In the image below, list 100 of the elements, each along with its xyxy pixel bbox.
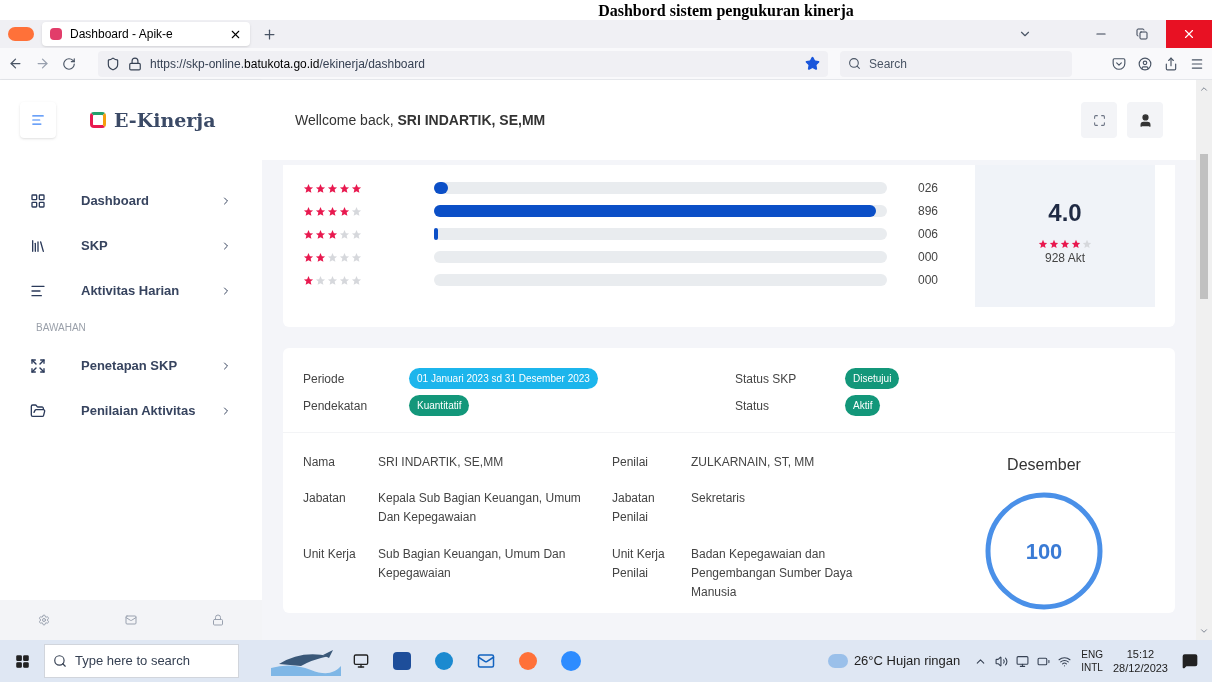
field-label: Unit Kerja — [303, 545, 357, 563]
menu-icon[interactable] — [1190, 56, 1204, 71]
star-icon — [315, 228, 326, 240]
star-icon — [327, 228, 338, 240]
star-icon — [303, 182, 314, 194]
star-icon — [1060, 239, 1070, 249]
books-icon — [30, 238, 46, 254]
field-value: Badan Kepegawaian dan Pengembangan Sumber Daya Manusia — [691, 545, 854, 601]
field-label: Jabatan Penilai — [612, 490, 656, 527]
star-icon — [303, 274, 314, 286]
star-icon — [1071, 239, 1081, 249]
star-icon — [351, 251, 362, 263]
sidebar-item[interactable]: SKP — [0, 225, 262, 267]
star-icon — [327, 274, 338, 286]
pocket-icon[interactable] — [1112, 56, 1126, 71]
profile-button[interactable] — [1127, 102, 1163, 138]
back-icon[interactable] — [8, 56, 23, 71]
reload-icon[interactable] — [62, 56, 76, 71]
fullscreen-icon — [1092, 113, 1106, 127]
star-icon — [315, 205, 326, 217]
star-icon — [351, 274, 362, 286]
sidebar-item[interactable]: Dashboard — [0, 180, 262, 222]
month-label: Desember — [1007, 455, 1081, 475]
document-caption: Dashbord sistem pengukuran kinerja — [598, 2, 854, 20]
star-icon — [315, 182, 326, 194]
search-icon — [848, 57, 861, 70]
close-icon — [1182, 27, 1196, 41]
field-value: Sekretaris — [691, 490, 747, 508]
grid-icon — [30, 193, 46, 209]
share-icon[interactable] — [1164, 56, 1178, 71]
forward-icon[interactable] — [35, 56, 50, 71]
average-score: 4.0 — [1048, 198, 1082, 228]
lock-icon — [128, 56, 142, 71]
star-icon — [327, 205, 338, 217]
star-icon — [327, 182, 338, 194]
menu-icon — [31, 113, 45, 127]
user-icon — [1137, 112, 1153, 128]
expand-icon — [30, 358, 46, 374]
star-icon — [1049, 239, 1059, 249]
star-icon — [339, 251, 350, 263]
star-icon — [303, 251, 314, 263]
field-label: Penilai — [612, 454, 650, 471]
address-bar[interactable]: https://skp-online.batukota.go.id/ekinerja/dashboard — [98, 50, 828, 77]
search-icon — [53, 654, 67, 668]
rating-count: 000 — [918, 249, 939, 266]
notifications-icon[interactable] — [1182, 653, 1198, 669]
field-label: Pendekatan — [303, 397, 369, 415]
field-value: SRI INDARTIK, SE,MM — [378, 454, 505, 471]
status-badge: Aktif — [845, 395, 881, 416]
wifi-icon[interactable] — [1058, 654, 1072, 668]
scrollbar[interactable] — [1196, 80, 1212, 640]
url-text: https://skp-online.batukota.go.id/ekinerja/dashboard — [150, 55, 426, 73]
start-icon[interactable] — [14, 653, 30, 669]
star-icon — [303, 205, 314, 217]
star-icon — [339, 228, 350, 240]
star-icon — [351, 228, 362, 240]
scrollbar-thumb[interactable] — [1200, 154, 1208, 299]
status-badge: Disetujui — [845, 368, 900, 389]
star-icon — [1082, 239, 1092, 249]
field-label: Nama — [303, 454, 336, 471]
taskbar-search-field[interactable]: Type here to search — [44, 644, 239, 678]
search-field[interactable]: Search — [840, 50, 1072, 77]
activity-total: 928 Akt — [1045, 250, 1085, 267]
star-icon — [351, 182, 362, 194]
folder-icon — [30, 403, 46, 419]
rating-count: 000 — [918, 272, 939, 289]
field-label: Jabatan — [303, 490, 347, 508]
star-icon — [1038, 239, 1048, 249]
star-icon — [351, 205, 362, 217]
field-label: Status — [735, 397, 771, 415]
mail-icon[interactable] — [477, 652, 495, 670]
status-badge: 01 Januari 2023 sd 31 Desember 2023 — [409, 368, 598, 389]
browser-tab[interactable]: Dashboard - Apik-e — [42, 22, 250, 46]
field-label: Periode — [303, 370, 346, 388]
sidebar-item[interactable]: Penetapan SKP — [0, 345, 262, 387]
restore-icon[interactable] — [1136, 28, 1148, 40]
rating-count: 026 — [918, 180, 939, 197]
lines-icon — [30, 283, 46, 299]
star-icon — [327, 251, 338, 263]
store-icon[interactable] — [393, 652, 411, 670]
task-view-icon[interactable] — [353, 653, 369, 669]
star-icon — [315, 274, 326, 286]
language-indicator[interactable]: ENG INTL — [1081, 648, 1103, 674]
field-value: Sub Bagian Keuangan, Umum Dan Kepegawaian — [378, 545, 567, 582]
star-icon — [339, 182, 350, 194]
field-value: ZULKARNAIN, ST, MM — [691, 454, 816, 471]
sidebar-item[interactable]: Penilaian Aktivitas — [0, 390, 262, 432]
bookmark-star-icon[interactable] — [805, 56, 820, 71]
volume-icon[interactable] — [995, 654, 1009, 668]
field-label: Unit Kerja Penilai — [612, 545, 666, 582]
new-tab-icon[interactable] — [262, 26, 277, 42]
section-label: BAWAHAN — [35, 321, 87, 335]
field-label: Status SKP — [735, 370, 798, 388]
status-badge: Kuantitatif — [409, 395, 470, 416]
shield-icon — [106, 56, 120, 71]
display-icon[interactable] — [1016, 654, 1030, 668]
clock[interactable]: 15:12 28/12/2023 — [1112, 647, 1168, 675]
account-icon[interactable] — [1138, 56, 1152, 71]
weather-text[interactable]: 26°C Hujan ringan — [853, 651, 961, 671]
sidebar-item[interactable]: Aktivitas Harian — [0, 270, 262, 312]
